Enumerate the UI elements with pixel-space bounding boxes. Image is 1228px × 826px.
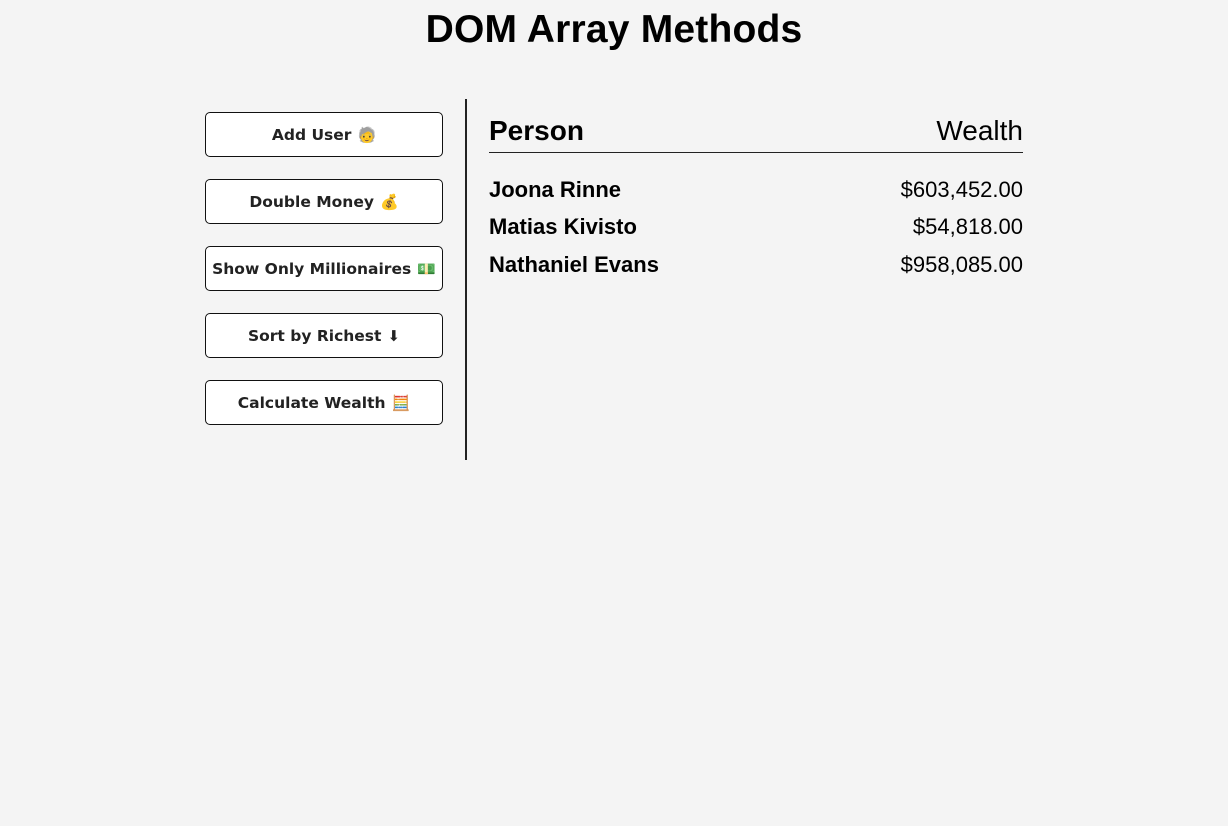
double-money-button[interactable]: Double Money 💰 — [205, 179, 443, 224]
table-row: Matias Kivisto $54,818.00 — [489, 209, 1023, 247]
person-name: Matias Kivisto — [489, 214, 637, 240]
user-icon: 🧓 — [357, 125, 377, 144]
calculate-wealth-button[interactable]: Calculate Wealth 🧮 — [205, 380, 443, 425]
add-user-button[interactable]: Add User 🧓 — [205, 112, 443, 157]
person-name: Joona Rinne — [489, 176, 622, 202]
controls-panel: Add User 🧓 Double Money 💰 Show Only Mill… — [205, 112, 443, 447]
person-wealth: $54,818.00 — [912, 214, 1023, 240]
vertical-divider — [465, 99, 467, 460]
show-millionaires-label: Show Only Millionaires — [212, 259, 412, 278]
abacus-icon: 🧮 — [391, 393, 411, 412]
table-body: Joona Rinne $603,452.00 Matias Kivisto $… — [489, 171, 1023, 284]
person-wealth: $603,452.00 — [900, 176, 1023, 202]
page-title: DOM Array Methods — [425, 8, 803, 51]
banknote-icon: 💵 — [417, 259, 436, 278]
calculate-wealth-label: Calculate Wealth — [237, 393, 386, 412]
add-user-label: Add User — [271, 125, 352, 144]
table-header: Person Wealth — [489, 107, 1023, 153]
arrow-down-icon: ⬇ — [387, 326, 401, 345]
sort-richest-label: Sort by Richest — [247, 326, 382, 345]
double-money-label: Double Money — [249, 192, 374, 211]
person-name: Nathaniel Evans — [489, 251, 659, 277]
money-bag-icon: 💰 — [379, 192, 399, 211]
person-wealth: $958,085.00 — [900, 251, 1023, 277]
sort-richest-button[interactable]: Sort by Richest ⬇ — [205, 313, 443, 358]
person-column-header: Person — [489, 115, 584, 146]
wealth-column-header: Wealth — [936, 115, 1023, 146]
table-row: Nathaniel Evans $958,085.00 — [489, 246, 1023, 284]
app-window: DOM Array Methods Add User 🧓 Double Mone… — [0, 0, 1228, 826]
wealth-table: Person Wealth Joona Rinne $603,452.00 Ma… — [489, 107, 1023, 284]
show-millionaires-button[interactable]: Show Only Millionaires 💵 — [205, 246, 443, 291]
table-row: Joona Rinne $603,452.00 — [489, 171, 1023, 209]
